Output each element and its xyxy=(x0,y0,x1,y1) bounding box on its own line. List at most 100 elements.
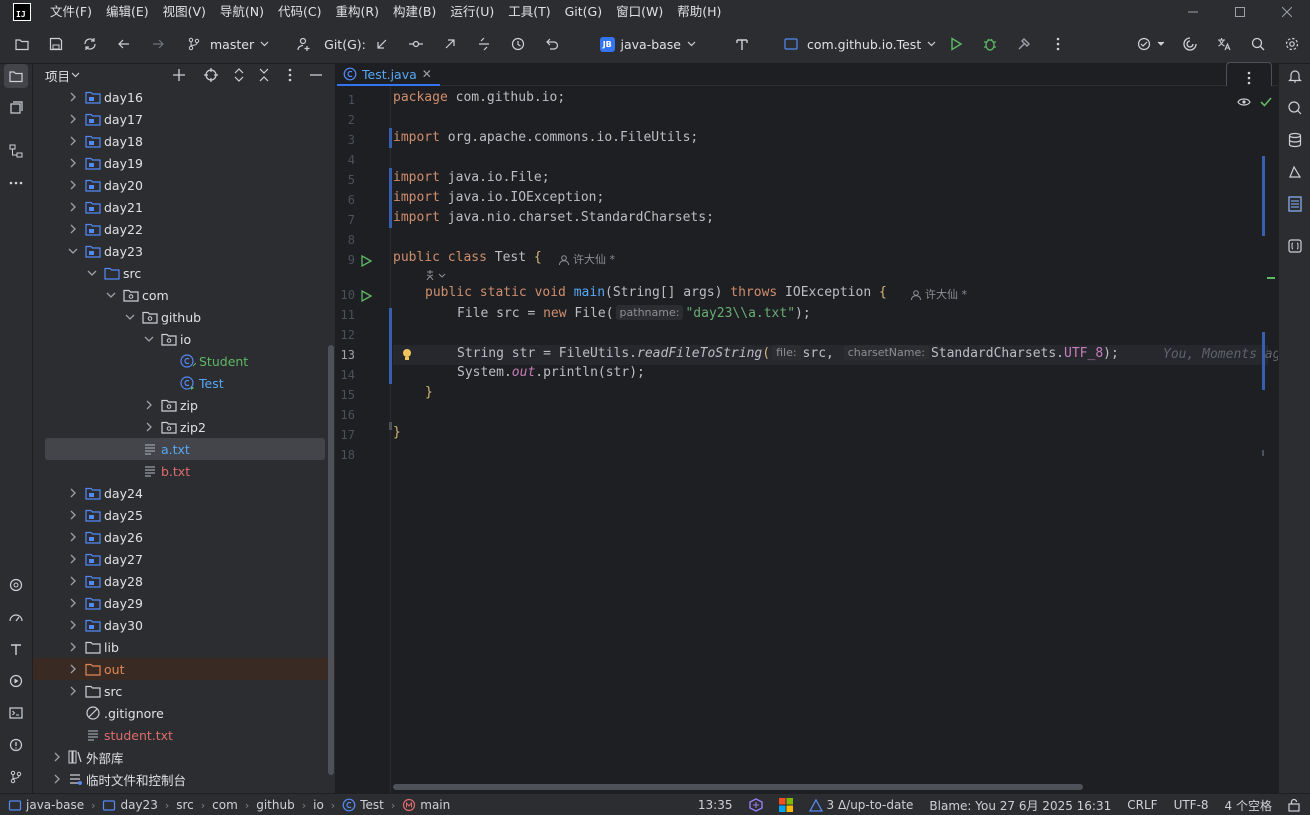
settings-gear-icon[interactable] xyxy=(1280,32,1304,56)
sync-icon[interactable] xyxy=(78,32,102,56)
tree-item[interactable]: day18 xyxy=(33,130,335,152)
tree-item[interactable]: .gitignore xyxy=(33,702,335,724)
tree-item[interactable]: day16 xyxy=(33,86,335,108)
chevron-right-icon[interactable] xyxy=(67,641,79,653)
ai-chat-icon[interactable] xyxy=(1283,96,1307,120)
translate-icon[interactable] xyxy=(1212,32,1236,56)
tree-item[interactable]: github xyxy=(33,306,335,328)
chevron-right-icon[interactable] xyxy=(67,201,79,213)
minimize-button[interactable] xyxy=(1169,0,1216,24)
reader-mode-eye-icon[interactable] xyxy=(1237,97,1251,107)
project-tool-icon[interactable] xyxy=(4,64,28,88)
json-parser-icon[interactable] xyxy=(1283,234,1307,258)
chevron-down-icon[interactable] xyxy=(67,245,79,257)
horizontal-scrollbar[interactable] xyxy=(393,784,1083,790)
windows-store-icon[interactable] xyxy=(778,798,793,812)
problems-icon[interactable] xyxy=(4,733,28,757)
crumb-module[interactable]: day23 xyxy=(102,798,158,812)
tree-item[interactable]: 临时文件和控制台 xyxy=(33,768,335,790)
tree-item[interactable]: day23 xyxy=(33,240,335,262)
chevron-right-icon[interactable] xyxy=(67,509,79,521)
no-problems-check-icon[interactable] xyxy=(1260,97,1272,107)
tree-item[interactable]: com xyxy=(33,284,335,306)
line-number[interactable]: 15 xyxy=(337,385,355,405)
chevron-right-icon[interactable] xyxy=(67,135,79,147)
menu-file[interactable]: 文件(F) xyxy=(43,0,99,24)
project-panel-title[interactable]: 项目 xyxy=(45,66,70,85)
line-number[interactable]: 10 xyxy=(337,285,355,305)
profiler-icon[interactable] xyxy=(4,605,28,629)
crumb-project[interactable]: java-base xyxy=(8,798,84,812)
caret-position[interactable]: 13:35 xyxy=(698,798,733,812)
stripe-mark[interactable] xyxy=(1267,277,1275,279)
vcs-change-marker[interactable] xyxy=(389,422,392,430)
chevron-right-icon[interactable] xyxy=(51,773,63,785)
menu-code[interactable]: 代码(C) xyxy=(271,0,328,24)
tree-item[interactable]: Test xyxy=(33,372,335,394)
tree-item[interactable]: day22 xyxy=(33,218,335,240)
run-tool-icon[interactable] xyxy=(4,669,28,693)
line-number[interactable]: 18 xyxy=(337,445,355,465)
more-actions-icon[interactable] xyxy=(1046,32,1070,56)
tree-item[interactable]: day19 xyxy=(33,152,335,174)
vcs-change-marker[interactable] xyxy=(389,308,392,384)
tree-item[interactable]: day20 xyxy=(33,174,335,196)
menu-window[interactable]: 窗口(W) xyxy=(609,0,670,24)
database-icon[interactable] xyxy=(1283,128,1307,152)
add-icon[interactable] xyxy=(169,65,189,85)
project-widget[interactable]: JB java-base xyxy=(600,32,696,56)
line-number[interactable]: 17 xyxy=(337,425,355,445)
chevron-right-icon[interactable] xyxy=(67,531,79,543)
crumb-com[interactable]: com xyxy=(212,798,238,812)
structure-tool-icon[interactable] xyxy=(4,139,28,163)
crumb-class[interactable]: Test xyxy=(342,798,384,812)
chevron-right-icon[interactable] xyxy=(143,399,155,411)
tree-item[interactable]: day25 xyxy=(33,504,335,526)
tree-item[interactable]: day30 xyxy=(33,614,335,636)
build-hammer-icon[interactable] xyxy=(730,32,754,56)
search-icon[interactable] xyxy=(1246,32,1270,56)
tree-item[interactable]: 外部库 xyxy=(33,746,335,768)
method-author-hint[interactable]: 许大仙 * xyxy=(910,285,967,305)
menu-navigate[interactable]: 导航(N) xyxy=(213,0,271,24)
merge-icon[interactable] xyxy=(472,32,496,56)
chevron-right-icon[interactable] xyxy=(67,179,79,191)
tree-item[interactable]: day24 xyxy=(33,482,335,504)
tree-scrollbar[interactable] xyxy=(328,345,334,775)
run-config-selector[interactable]: com.github.io.Test xyxy=(784,32,936,56)
chevron-right-icon[interactable] xyxy=(67,663,79,675)
run-gutter-icon[interactable] xyxy=(359,289,373,303)
history-icon[interactable] xyxy=(506,32,530,56)
close-window-button[interactable] xyxy=(1263,0,1310,24)
expand-all-icon[interactable] xyxy=(229,65,249,85)
chevron-right-icon[interactable] xyxy=(67,157,79,169)
maximize-button[interactable] xyxy=(1216,0,1263,24)
run-icon[interactable] xyxy=(944,32,968,56)
push-icon[interactable] xyxy=(438,32,462,56)
code-with-me-icon[interactable] xyxy=(1130,32,1172,56)
debug-icon[interactable] xyxy=(978,32,1002,56)
options-icon[interactable] xyxy=(280,65,300,85)
lightbulb-icon[interactable] xyxy=(401,348,413,362)
line-number[interactable]: 8 xyxy=(337,230,355,250)
commit-tool-icon[interactable] xyxy=(4,96,28,120)
menu-build[interactable]: 构建(B) xyxy=(386,0,443,24)
forward-icon[interactable] xyxy=(146,32,170,56)
menu-help[interactable]: 帮助(H) xyxy=(670,0,728,24)
line-number[interactable]: 12 xyxy=(337,325,355,345)
line-number[interactable]: 13 xyxy=(337,345,355,365)
vcs-change-marker[interactable] xyxy=(389,168,392,228)
chevron-right-icon[interactable] xyxy=(67,619,79,631)
tree-item[interactable]: day17 xyxy=(33,108,335,130)
chevron-right-icon[interactable] xyxy=(67,575,79,587)
git-tool-icon[interactable] xyxy=(4,765,28,789)
menu-refactor[interactable]: 重构(R) xyxy=(329,0,386,24)
line-number[interactable]: 2 xyxy=(337,110,355,130)
chevron-right-icon[interactable] xyxy=(67,113,79,125)
tree-item[interactable]: io xyxy=(33,328,335,350)
locate-icon[interactable] xyxy=(201,65,221,85)
tree-item[interactable]: day28 xyxy=(33,570,335,592)
open-folder-icon[interactable] xyxy=(10,32,34,56)
chevron-down-icon[interactable] xyxy=(86,267,98,279)
file-encoding[interactable]: UTF-8 xyxy=(1174,798,1209,812)
